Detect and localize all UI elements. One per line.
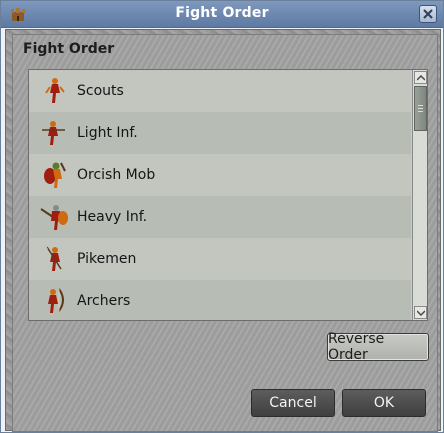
light-infantry-unit-icon <box>42 121 69 145</box>
reverse-order-button[interactable]: Reverse Order <box>327 331 429 363</box>
dialog-body: Fight Order Scouts Light Inf. Orcish Mob… <box>5 29 441 432</box>
list-item[interactable]: Orcish Mob <box>29 154 411 196</box>
unit-label: Pikemen <box>77 251 137 267</box>
heavy-infantry-unit-icon <box>40 205 68 230</box>
panel-title: Fight Order <box>23 41 115 57</box>
unit-label: Orcish Mob <box>77 167 156 183</box>
unit-list: Scouts Light Inf. Orcish Mob Heavy Inf. … <box>28 69 428 321</box>
scroll-down-button[interactable] <box>414 306 427 319</box>
chevron-down-icon <box>416 309 425 316</box>
scroll-up-button[interactable] <box>414 71 427 84</box>
list-item[interactable]: Heavy Inf. <box>29 196 411 238</box>
scout-unit-icon <box>45 78 65 103</box>
close-button[interactable] <box>419 5 437 23</box>
archers-unit-icon <box>48 288 64 313</box>
unit-label: Archers <box>77 293 131 309</box>
list-item[interactable]: Light Inf. <box>29 112 411 154</box>
list-item[interactable]: Archers <box>29 280 411 320</box>
fight-order-panel: Fight Order Scouts Light Inf. Orcish Mob… <box>12 34 438 432</box>
scroll-thumb[interactable] <box>414 86 427 131</box>
ok-button[interactable]: OK <box>342 389 426 417</box>
unit-label: Light Inf. <box>77 125 138 141</box>
unit-label: Heavy Inf. <box>77 209 148 225</box>
close-icon <box>423 9 433 19</box>
list-item[interactable]: Pikemen <box>29 238 411 280</box>
title-bar[interactable]: Fight Order <box>1 1 443 28</box>
window-title: Fight Order <box>175 5 269 21</box>
unit-label: Scouts <box>77 83 124 99</box>
orcish-mob-unit-icon <box>44 162 66 188</box>
list-item[interactable]: Scouts <box>29 70 411 112</box>
cancel-button[interactable]: Cancel <box>251 389 335 417</box>
unit-list-items: Scouts Light Inf. Orcish Mob Heavy Inf. … <box>29 70 411 320</box>
fight-order-dialog: Fight Order Fight Order Scouts Light Inf… <box>0 0 444 433</box>
list-scrollbar[interactable] <box>412 70 427 320</box>
chevron-up-icon <box>416 74 425 81</box>
pikemen-unit-icon <box>45 244 62 271</box>
grip-icon <box>418 104 423 113</box>
